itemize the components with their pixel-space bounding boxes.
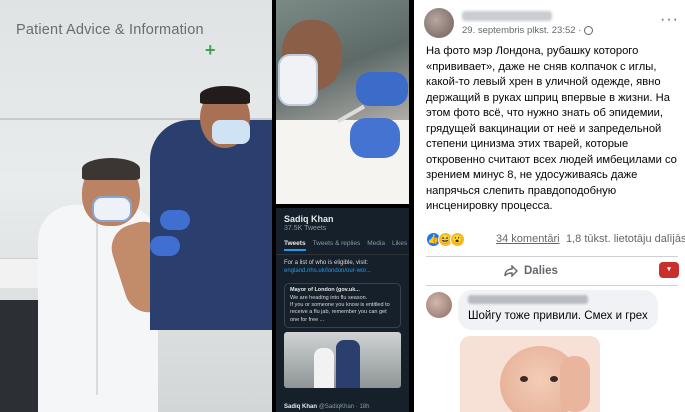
quoted-tweet-image xyxy=(284,332,401,389)
post-timestamp[interactable]: 29. septembris plkst. 23:52 · xyxy=(462,25,581,36)
face-mask xyxy=(278,54,318,106)
next-tweet-author: Sadiq Khan xyxy=(284,404,318,410)
facebook-post: 29. septembris plkst. 23:52 · ··· На фот… xyxy=(414,0,685,412)
twitter-tabs: Tweets Tweets & replies Media Likes xyxy=(276,234,409,255)
standing-man-hair xyxy=(200,86,250,104)
twitter-tweet-count: 37.5K Tweets xyxy=(284,225,327,232)
quoted-tweet-line1: We are heading into flu season. xyxy=(290,294,368,301)
share-button[interactable]: Dalies xyxy=(504,262,558,280)
glove-icon xyxy=(350,118,400,158)
quoted-tweet-author: Mayor of London (gov.uk... xyxy=(290,287,360,294)
globe-icon xyxy=(584,26,594,35)
twitter-profile-name: Sadiq Khan xyxy=(284,214,334,224)
post-header: 29. septembris plkst. 23:52 · ··· xyxy=(424,8,679,40)
comment-gif[interactable] xyxy=(460,336,600,412)
patient-advice-sign: Patient Advice & Information xyxy=(16,22,204,38)
seated-man-hair xyxy=(82,158,140,180)
twitter-screenshot: Sadiq Khan 37.5K Tweets Tweets Tweets & … xyxy=(276,208,409,412)
author-name-blurred[interactable] xyxy=(462,11,552,21)
closeup-photo xyxy=(276,0,409,204)
middle-column: Sadiq Khan 37.5K Tweets Tweets Tweets & … xyxy=(276,0,409,412)
vaccination-photo: Patient Advice & Information + xyxy=(0,0,272,412)
reactions-bar: 👍 😆 😮 34 komentāri 1,8 tūkst. lietotāju … xyxy=(426,232,685,248)
face-mask-2 xyxy=(212,120,250,144)
comment-bubble: Шойгу тоже привили. Смех и грех xyxy=(458,290,658,330)
tweet-body: For a list of who is eligible, visit: en… xyxy=(276,255,409,279)
tweet-link[interactable]: england.nhs.uk/london/our-wor... xyxy=(284,267,401,275)
face-mask xyxy=(92,196,132,222)
commenter-avatar[interactable] xyxy=(426,292,452,318)
divider xyxy=(426,256,678,257)
next-tweet-handle: @SadiqKhan · 18h xyxy=(318,404,370,410)
glove-icon xyxy=(160,210,190,230)
commenter-name-blurred[interactable] xyxy=(468,295,588,304)
baby-hand xyxy=(560,356,590,412)
quoted-tweet-line2: If you or someone you know is entitled t… xyxy=(290,302,390,323)
avatar[interactable] xyxy=(424,8,454,38)
shares-count[interactable]: 1,8 tūkst. lietotāju dalījās xyxy=(566,233,685,245)
post-text: На фото мэр Лондона, рубашку которого «п… xyxy=(426,45,677,212)
post-meta: 29. septembris plkst. 23:52 · xyxy=(462,25,594,36)
glove-icon xyxy=(356,72,408,106)
page-avatar[interactable]: ▾ xyxy=(659,262,679,278)
tab-likes[interactable]: Likes xyxy=(392,240,407,251)
comments-count[interactable]: 34 komentāri xyxy=(496,233,560,245)
sign-plus-icon: + xyxy=(205,40,216,60)
tweet-text: For a list of who is eligible, visit: xyxy=(284,260,369,266)
glove-icon xyxy=(150,236,180,256)
share-icon xyxy=(504,265,518,277)
more-options-icon[interactable]: ··· xyxy=(660,12,679,28)
tab-media[interactable]: Media xyxy=(367,240,385,251)
comment-text: Шойгу тоже привили. Смех и грех xyxy=(468,310,648,322)
tab-tweets-replies[interactable]: Tweets & replies xyxy=(313,240,361,251)
quoted-tweet[interactable]: Mayor of London (gov.uk... We are headin… xyxy=(284,283,401,329)
share-label: Dalies xyxy=(524,265,558,277)
divider xyxy=(426,285,678,286)
wow-icon[interactable]: 😮 xyxy=(450,232,465,247)
next-tweet-header: Sadiq Khan @SadiqKhan · 18h xyxy=(284,404,369,410)
tab-tweets[interactable]: Tweets xyxy=(284,240,306,251)
